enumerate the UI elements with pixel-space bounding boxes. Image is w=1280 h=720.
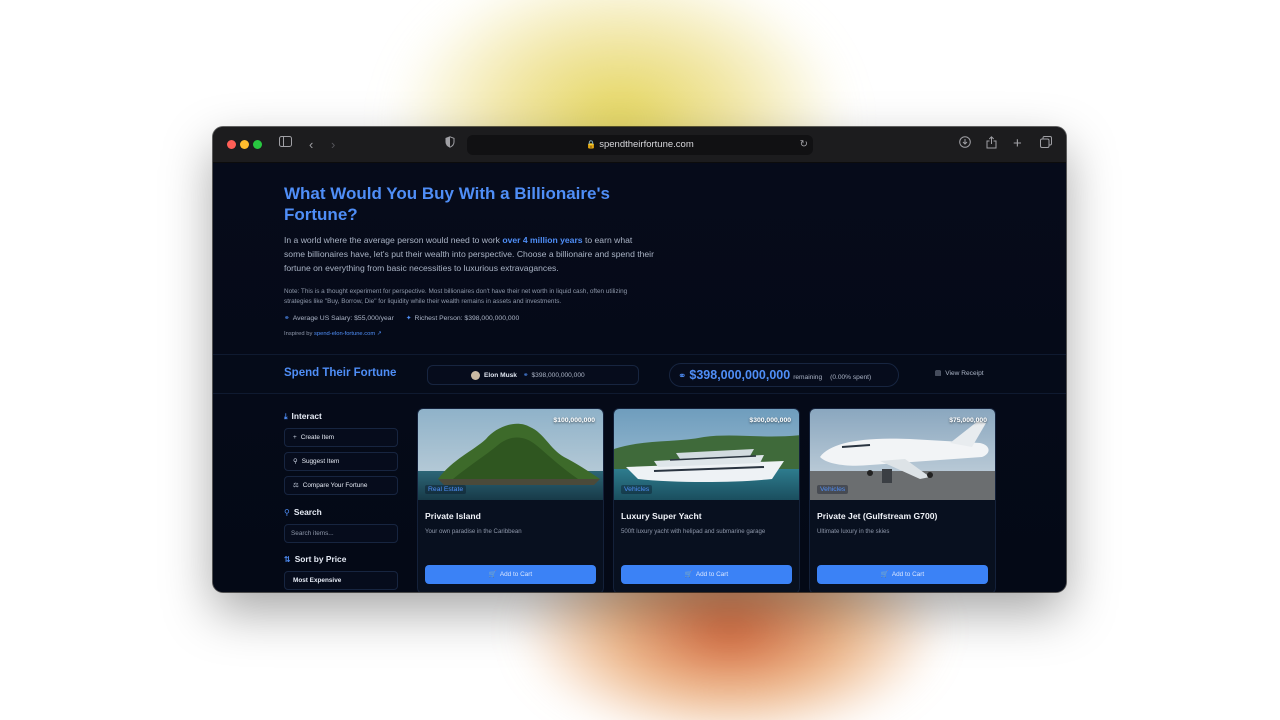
sort-select[interactable]: Most Expensive	[284, 571, 398, 590]
item-category: Real Estate	[425, 485, 467, 494]
scale-icon: ⚖	[293, 482, 299, 489]
cart-icon: 🛒	[684, 571, 693, 578]
external-link-icon: ↗	[376, 331, 382, 337]
spent-percentage: (0.00% spent)	[830, 374, 872, 381]
remaining-label: remaining	[793, 374, 823, 381]
interact-title: Interact	[291, 411, 322, 421]
item-card: $100,000,000 Real Estate Private Island …	[417, 408, 604, 592]
forward-icon[interactable]: ›	[331, 136, 335, 154]
sparkle-icon: ✦	[405, 315, 412, 322]
billionaire-worth: $398,000,000,000	[531, 372, 585, 379]
hero-section: What Would You Buy With a Billionaire's …	[284, 183, 654, 339]
add-to-cart-label: Add to Cart	[695, 571, 729, 578]
plus-icon: +	[293, 434, 297, 441]
compare-fortune-button[interactable]: ⚖ Compare Your Fortune	[284, 476, 398, 495]
add-to-cart-button[interactable]: 🛒 Add to Cart	[621, 565, 792, 584]
item-title: Private Island	[425, 511, 481, 521]
tab-overview-icon[interactable]	[1040, 136, 1052, 148]
inspired-label: Inspired by	[284, 331, 313, 337]
item-grid: $100,000,000 Real Estate Private Island …	[417, 408, 996, 592]
minimize-window-button[interactable]	[240, 140, 249, 149]
money-icon: ⚭	[284, 315, 290, 322]
create-item-label: Create Item	[300, 434, 335, 441]
inspired-link[interactable]: spend-elon-fortune.com	[314, 331, 375, 337]
sidebar-toggle-icon[interactable]	[279, 136, 292, 147]
item-price: $100,000,000	[553, 417, 595, 424]
item-category: Vehicles	[817, 485, 849, 494]
view-receipt-label: View Receipt	[945, 370, 984, 377]
download-icon: ⤓	[284, 412, 288, 421]
browser-window: ‹ › 🔒 spendtheirfortune.com ↻ + What Woul…	[213, 127, 1066, 592]
richest-text: Richest Person: $398,000,000,000	[414, 315, 520, 322]
search-title: Search	[293, 507, 322, 517]
add-to-cart-label: Add to Cart	[499, 571, 533, 578]
lock-icon: 🔒	[586, 140, 597, 149]
search-input[interactable]	[284, 524, 398, 543]
receipt-icon: ▤	[935, 370, 942, 377]
salary-stat: ⚭ Average US Salary: $55,000/year	[284, 313, 394, 325]
item-description: Ultimate luxury in the skies	[817, 528, 890, 535]
new-tab-icon[interactable]: +	[1013, 135, 1022, 153]
item-category: Vehicles	[621, 485, 653, 494]
desc-text-start: In a world where the average person woul…	[284, 235, 503, 245]
view-receipt-button[interactable]: ▤ View Receipt	[935, 369, 984, 377]
search-icon: ⚲	[284, 508, 290, 517]
search-heading: ⚲ Search	[284, 505, 398, 519]
money-icon: ⚭	[522, 372, 529, 379]
lightbulb-icon: ⚲	[293, 458, 298, 465]
item-card: $300,000,000 Vehicles Luxury Super Yacht…	[613, 408, 800, 592]
desc-highlight: over 4 million years	[502, 235, 583, 245]
salary-text: Average US Salary: $55,000/year	[292, 315, 394, 322]
share-icon[interactable]	[986, 136, 997, 149]
add-to-cart-label: Add to Cart	[891, 571, 925, 578]
fortune-bar: Spend Their Fortune Elon Musk ⚭ $398,000,0…	[213, 354, 1066, 394]
suggest-item-button[interactable]: ⚲ Suggest Item	[284, 452, 398, 471]
richest-stat: ✦ Richest Person: $398,000,000,000	[406, 313, 519, 325]
sort-title: Sort by Price	[294, 554, 347, 564]
item-image: $100,000,000 Real Estate	[418, 409, 603, 500]
stats-row: ⚭ Average US Salary: $55,000/year ✦ Riches…	[284, 313, 654, 325]
item-title: Private Jet (Gulfstream G700)	[817, 511, 938, 521]
interact-heading: ⤓ Interact	[284, 409, 398, 423]
cart-icon: 🛒	[488, 571, 497, 578]
add-to-cart-button[interactable]: 🛒 Add to Cart	[817, 565, 988, 584]
item-title: Luxury Super Yacht	[621, 511, 702, 521]
remaining-balance: ⚭ $398,000,000,000 remaining (0.00% spent)	[669, 363, 899, 387]
suggest-item-label: Suggest Item	[301, 458, 340, 465]
item-card: $75,000,000 Vehicles Private Jet (Gulfst…	[809, 408, 996, 592]
hero-description: In a world where the average person woul…	[284, 233, 654, 275]
zoom-window-button[interactable]	[253, 140, 262, 149]
url-text: spendtheirfortune.com	[599, 139, 694, 150]
item-description: Your own paradise in the Caribbean	[425, 528, 522, 535]
download-icon[interactable]	[959, 136, 971, 148]
billionaire-selector[interactable]: Elon Musk ⚭ $398,000,000,000	[427, 365, 639, 385]
compare-label: Compare Your Fortune	[302, 482, 368, 489]
sidebar: ⤓ Interact + Create Item ⚲ Suggest Item ⚖ Co…	[284, 409, 398, 590]
disclaimer-note: Note: This is a thought experiment for p…	[284, 288, 628, 305]
back-icon[interactable]: ‹	[309, 136, 313, 154]
item-description: 500ft luxury yacht with helipad and subm…	[621, 528, 766, 535]
item-image: $300,000,000 Vehicles	[614, 409, 799, 500]
browser-toolbar: ‹ › 🔒 spendtheirfortune.com ↻ +	[213, 127, 1066, 163]
item-price: $300,000,000	[749, 417, 791, 424]
money-icon: ⚭	[678, 371, 687, 382]
remaining-amount: $398,000,000,000	[689, 368, 791, 382]
close-window-button[interactable]	[227, 140, 236, 149]
billionaire-name: Elon Musk	[484, 372, 517, 379]
create-item-button[interactable]: + Create Item	[284, 428, 398, 447]
reload-icon[interactable]: ↻	[800, 135, 808, 155]
sort-heading: ⇅ Sort by Price	[284, 552, 398, 566]
page-title: What Would You Buy With a Billionaire's …	[284, 184, 610, 224]
avatar	[471, 370, 480, 380]
sort-icon: ⇅	[284, 555, 291, 564]
shield-icon[interactable]	[445, 136, 455, 148]
page-content: What Would You Buy With a Billionaire's …	[213, 163, 1066, 592]
cart-icon: 🛒	[880, 571, 889, 578]
address-bar[interactable]: 🔒 spendtheirfortune.com ↻	[467, 135, 813, 155]
item-price: $75,000,000	[949, 417, 987, 424]
add-to-cart-button[interactable]: 🛒 Add to Cart	[425, 565, 596, 584]
inspired-by: Inspired by spend-elon-fortune.com ↗	[284, 329, 654, 339]
brand-title[interactable]: Spend Their Fortune	[284, 367, 396, 379]
item-image: $75,000,000 Vehicles	[810, 409, 995, 500]
